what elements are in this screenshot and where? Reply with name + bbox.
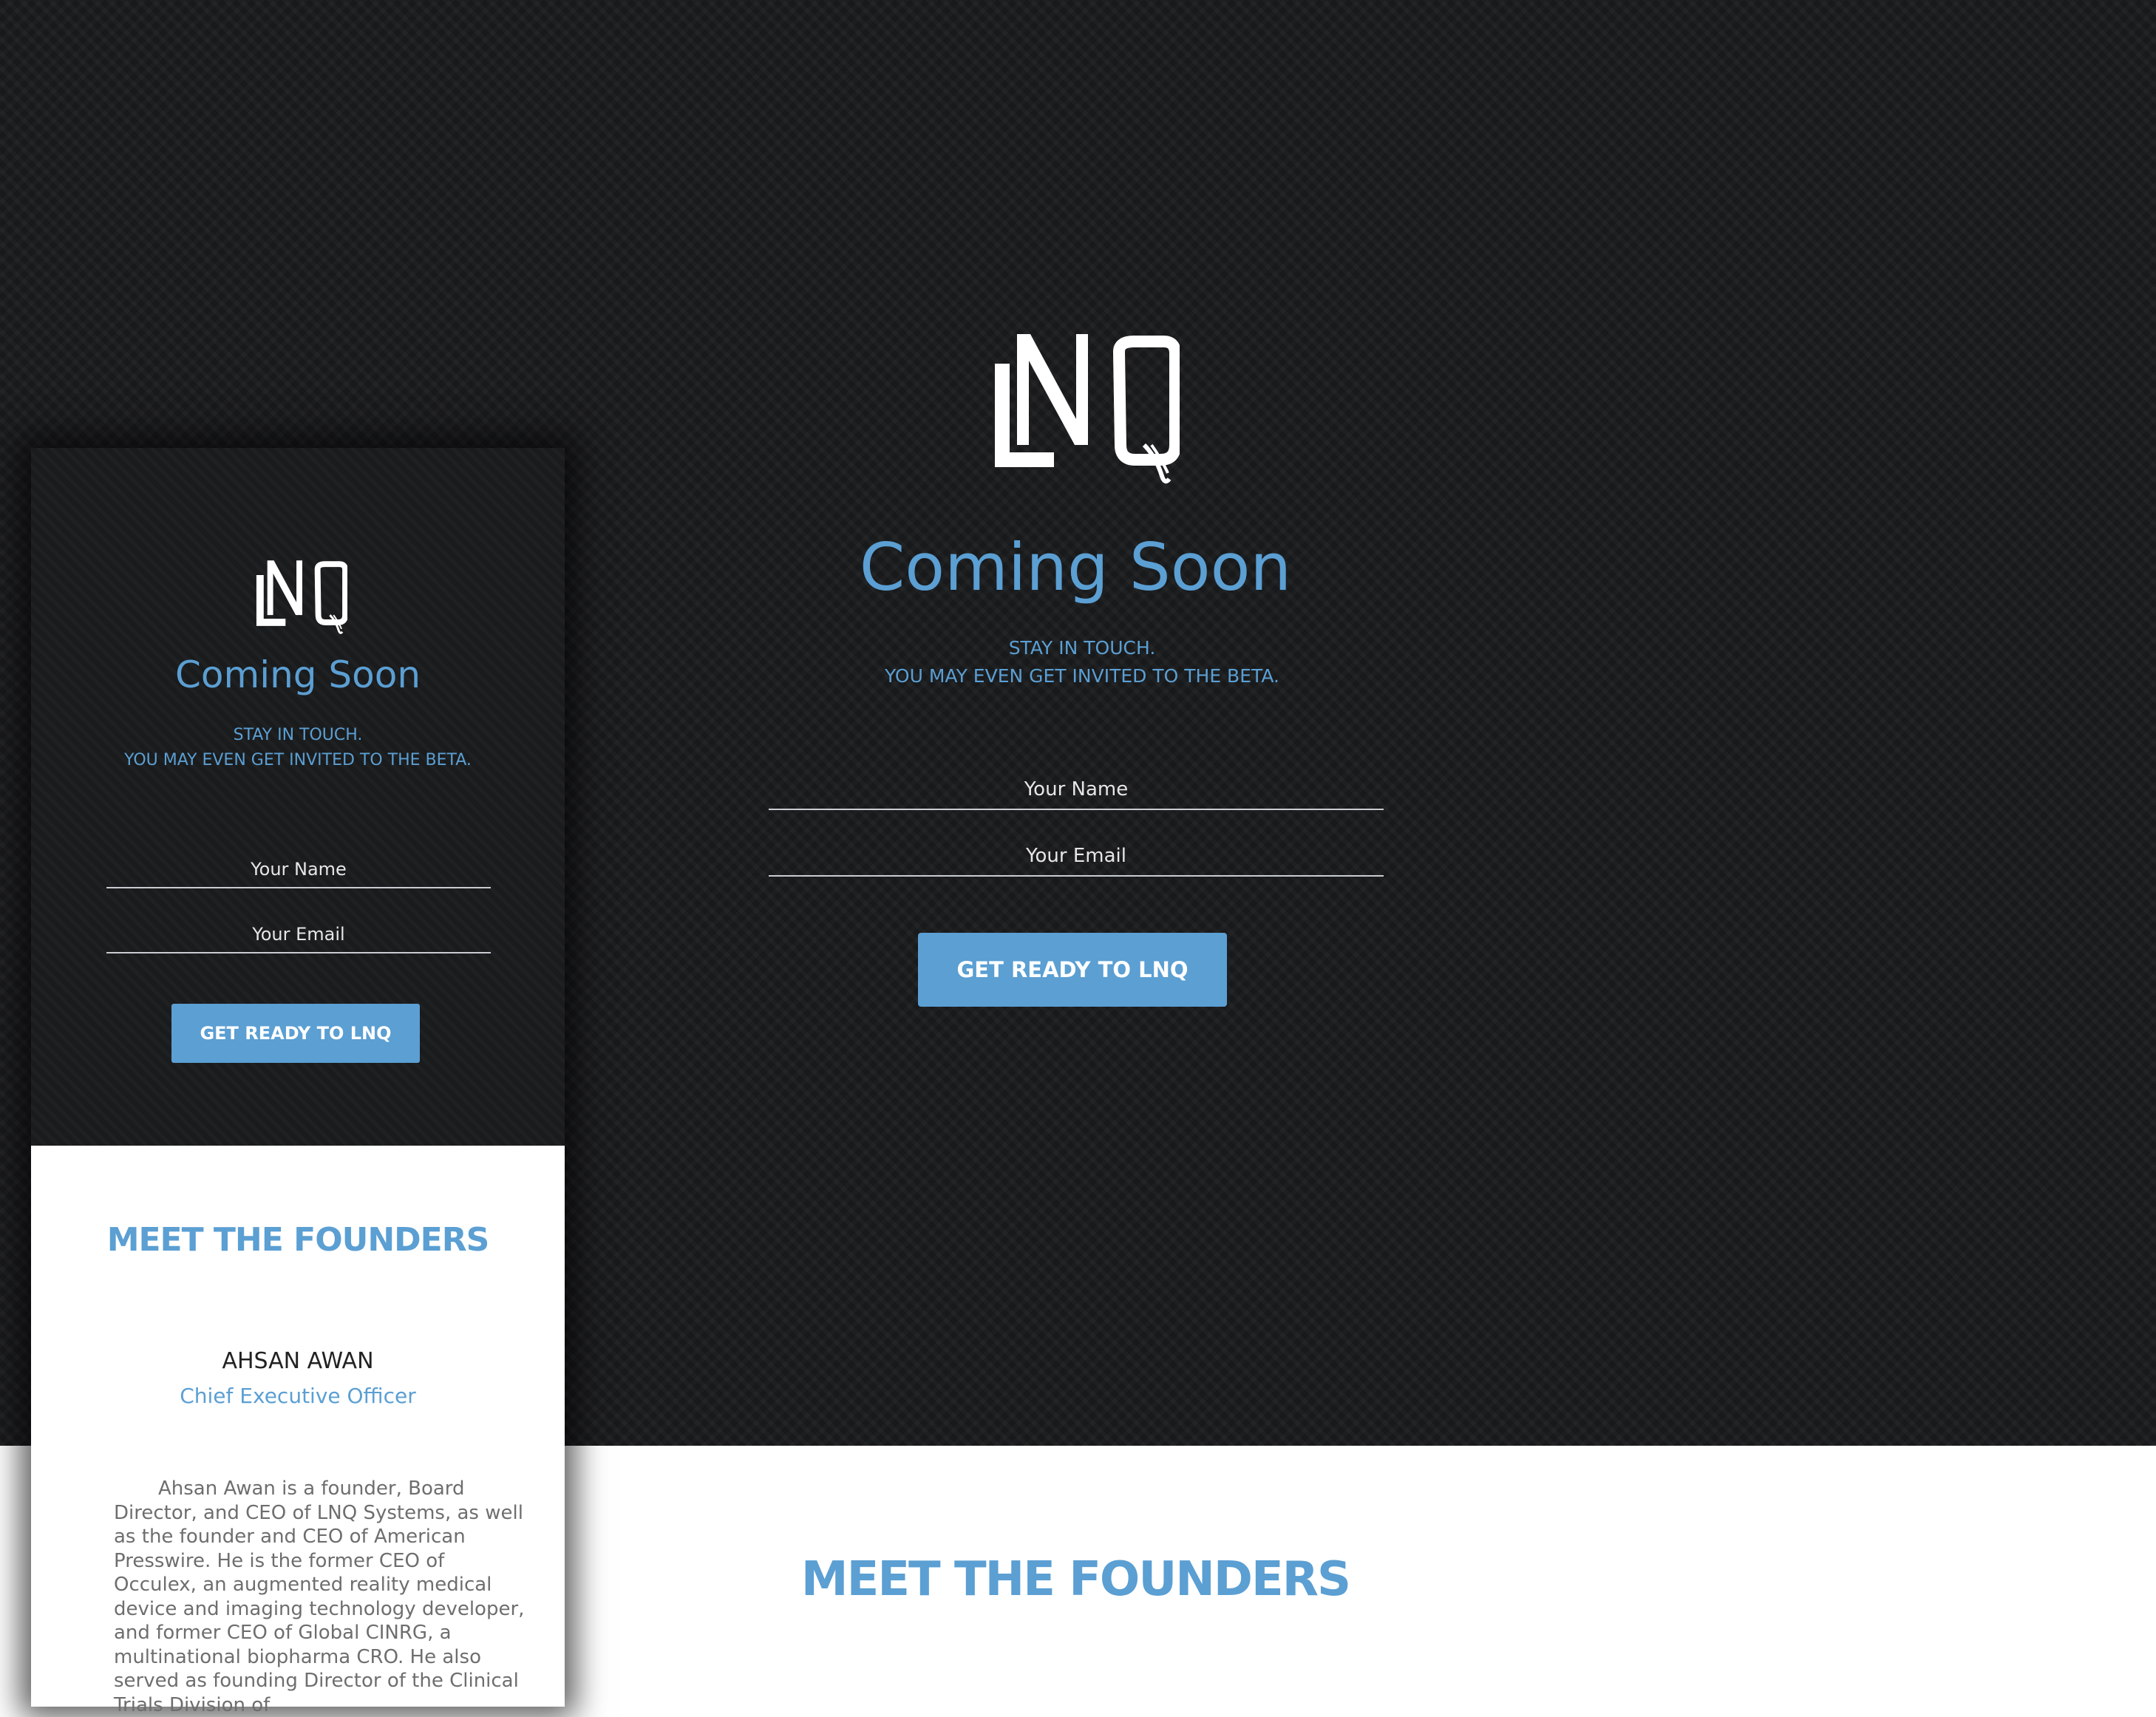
mobile-subtitle-line-2: YOU MAY EVEN GET INVITED TO THE BETA. <box>124 751 472 769</box>
founders-heading: MEET THE FOUNDERS <box>800 1552 1351 1607</box>
mobile-page-title: Coming Soon <box>174 653 421 696</box>
subtitle: STAY IN TOUCH. YOU MAY EVEN GET INVITED … <box>813 634 1351 690</box>
mobile-get-ready-button[interactable]: GET READY TO LNQ <box>171 1004 420 1063</box>
mobile-name-input[interactable]: Your Name <box>106 850 491 888</box>
email-placeholder: Your Email <box>1026 845 1126 867</box>
name-placeholder: Your Name <box>1024 778 1129 800</box>
email-input[interactable]: Your Email <box>769 835 1384 877</box>
founder-bio: Ahsan Awan is a founder, Board Director,… <box>114 1478 525 1716</box>
page-title: Coming Soon <box>859 529 1292 605</box>
get-ready-button[interactable]: GET READY TO LNQ <box>918 933 1227 1007</box>
name-input[interactable]: Your Name <box>769 769 1384 810</box>
mobile-email-placeholder: Your Email <box>252 924 345 945</box>
mobile-subtitle-line-1: STAY IN TOUCH. <box>233 726 363 744</box>
mobile-founders-heading: MEET THE FOUNDERS <box>106 1221 490 1259</box>
subtitle-line-1: STAY IN TOUCH. <box>1008 637 1156 659</box>
mobile-name-placeholder: Your Name <box>251 859 347 880</box>
founder-name: AHSAN AWAN <box>222 1348 374 1374</box>
mobile-email-input[interactable]: Your Email <box>106 915 491 953</box>
subtitle-line-2: YOU MAY EVEN GET INVITED TO THE BETA. <box>885 665 1279 687</box>
lnq-logo <box>987 334 1180 489</box>
founder-role: Chief Executive Officer <box>180 1384 416 1408</box>
lnq-logo-mobile <box>253 560 347 637</box>
mobile-subtitle: STAY IN TOUCH. YOU MAY EVEN GET INVITED … <box>31 723 565 773</box>
mobile-preview: Coming Soon STAY IN TOUCH. YOU MAY EVEN … <box>31 448 565 1716</box>
